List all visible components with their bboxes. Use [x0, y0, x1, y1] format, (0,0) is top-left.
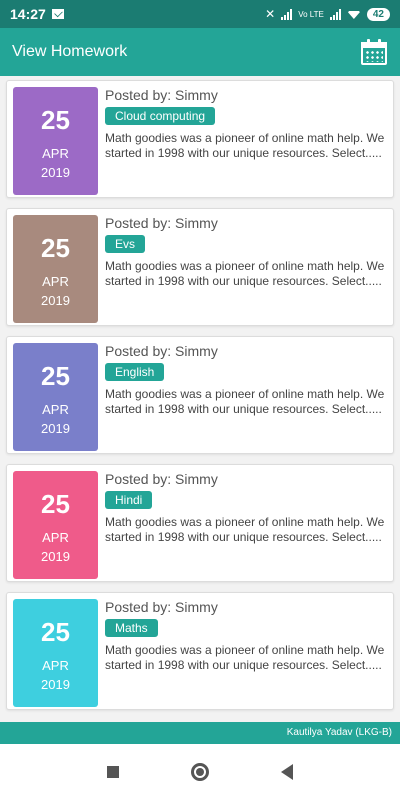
posted-by: Posted by: Simmy: [105, 215, 218, 231]
homework-description: Math goodies was a pioneer of online mat…: [105, 515, 385, 544]
homework-card[interactable]: 25 APR 2019 Posted by: Simmy Maths Math …: [6, 592, 394, 710]
date-day: 25: [41, 105, 70, 135]
date-box: 25 APR 2019: [13, 343, 98, 451]
recent-apps-button[interactable]: [107, 766, 119, 778]
homework-card[interactable]: 25 APR 2019 Posted by: Simmy English Mat…: [6, 336, 394, 454]
date-month: APR: [42, 402, 69, 417]
date-day: 25: [41, 617, 70, 647]
card-content: Posted by: Simmy Hindi Math goodies was …: [105, 471, 385, 545]
subject-tag: Maths: [105, 619, 158, 637]
date-month: APR: [42, 146, 69, 161]
homework-card[interactable]: 25 APR 2019 Posted by: Simmy Cloud compu…: [6, 80, 394, 198]
network-label: Vo LTE: [298, 9, 324, 19]
date-box: 25 APR 2019: [13, 215, 98, 323]
date-month: APR: [42, 274, 69, 289]
date-day: 25: [41, 489, 70, 519]
homework-description: Math goodies was a pioneer of online mat…: [105, 387, 385, 416]
posted-by: Posted by: Simmy: [105, 471, 218, 487]
signal-icon: [281, 8, 293, 20]
date-box: 25 APR 2019: [13, 471, 98, 579]
system-nav-bar: [0, 744, 400, 800]
battery-indicator: 42: [366, 7, 390, 21]
homework-card[interactable]: 25 APR 2019 Posted by: Simmy Hindi Math …: [6, 464, 394, 582]
date-day: 25: [41, 361, 70, 391]
date-month: APR: [42, 658, 69, 673]
app-bar: View Homework: [0, 28, 400, 76]
card-content: Posted by: Simmy English Math goodies wa…: [105, 343, 385, 417]
card-content: Posted by: Simmy Evs Math goodies was a …: [105, 215, 385, 289]
homework-description: Math goodies was a pioneer of online mat…: [105, 131, 385, 160]
homework-card[interactable]: 25 APR 2019 Posted by: Simmy Evs Math go…: [6, 208, 394, 326]
date-year: 2019: [41, 293, 70, 308]
home-button[interactable]: [191, 763, 209, 781]
homework-description: Math goodies was a pioneer of online mat…: [105, 259, 385, 288]
status-time: 14:27: [10, 6, 46, 22]
date-year: 2019: [41, 165, 70, 180]
date-month: APR: [42, 530, 69, 545]
date-year: 2019: [41, 549, 70, 564]
posted-by: Posted by: Simmy: [105, 343, 218, 359]
date-day: 25: [41, 233, 70, 263]
student-footer: Kautilya Yadav (LKG-B): [0, 722, 400, 744]
posted-by: Posted by: Simmy: [105, 87, 218, 103]
date-box: 25 APR 2019: [13, 87, 98, 195]
card-content: Posted by: Simmy Cloud computing Math go…: [105, 87, 385, 161]
posted-by: Posted by: Simmy: [105, 599, 218, 615]
back-button[interactable]: [281, 764, 293, 780]
signal-icon-2: [329, 8, 341, 20]
subject-tag: Evs: [105, 235, 146, 253]
wifi-icon: [346, 11, 361, 19]
status-bar: 14:27 ✕ Vo LTE 42: [0, 0, 400, 28]
homework-description: Math goodies was a pioneer of online mat…: [105, 643, 385, 672]
subject-tag: English: [105, 363, 165, 381]
calendar-icon[interactable]: [360, 38, 388, 66]
subject-tag: Hindi: [105, 491, 153, 509]
mute-icon: ✕: [265, 7, 276, 21]
card-content: Posted by: Simmy Maths Math goodies was …: [105, 599, 385, 673]
student-name: Kautilya Yadav (LKG-B): [286, 727, 392, 738]
homework-list[interactable]: 25 APR 2019 Posted by: Simmy Cloud compu…: [0, 76, 400, 722]
page-title: View Homework: [12, 43, 128, 60]
date-year: 2019: [41, 421, 70, 436]
subject-tag: Cloud computing: [105, 107, 216, 125]
date-box: 25 APR 2019: [13, 599, 98, 707]
mail-icon: [51, 9, 64, 19]
date-year: 2019: [41, 677, 70, 692]
